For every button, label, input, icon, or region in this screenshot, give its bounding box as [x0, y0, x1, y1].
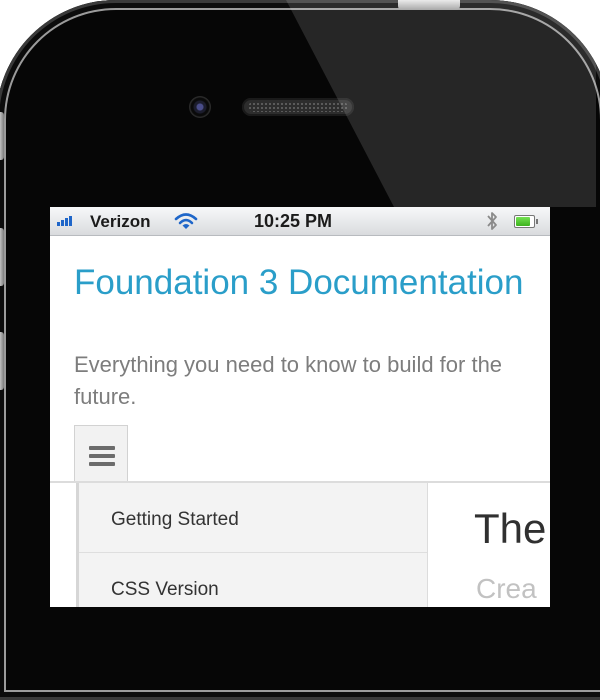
page-title: Foundation 3 Documentation — [74, 263, 524, 302]
battery-icon — [514, 215, 538, 228]
bluetooth-icon — [487, 212, 497, 230]
side-nav: Getting Started CSS Version — [76, 483, 428, 607]
phone-frame: Verizon 10:25 PM Foundation 3 Documentat… — [0, 0, 600, 700]
menu-toggle-button[interactable] — [74, 425, 128, 481]
nav-item-getting-started[interactable]: Getting Started — [79, 483, 427, 553]
battery-level — [516, 217, 530, 226]
wifi-icon — [174, 213, 198, 229]
power-button — [398, 0, 460, 10]
earpiece-speaker — [242, 98, 354, 116]
status-bar: Verizon 10:25 PM — [50, 207, 550, 236]
content-text: Crea — [476, 573, 537, 604]
page-subtitle: Everything you need to know to build for… — [74, 352, 503, 409]
volume-down-button — [0, 332, 4, 390]
status-time: 10:25 PM — [254, 211, 333, 231]
front-camera — [189, 96, 211, 118]
phone-screen: Verizon 10:25 PM Foundation 3 Documentat… — [50, 207, 550, 607]
carrier-name: Verizon — [90, 212, 151, 231]
nav-item-css-version[interactable]: CSS Version — [79, 553, 427, 607]
signal-bars-icon — [57, 216, 72, 226]
mute-switch — [0, 112, 4, 160]
content-heading: The — [474, 505, 547, 552]
volume-up-button — [0, 228, 4, 286]
